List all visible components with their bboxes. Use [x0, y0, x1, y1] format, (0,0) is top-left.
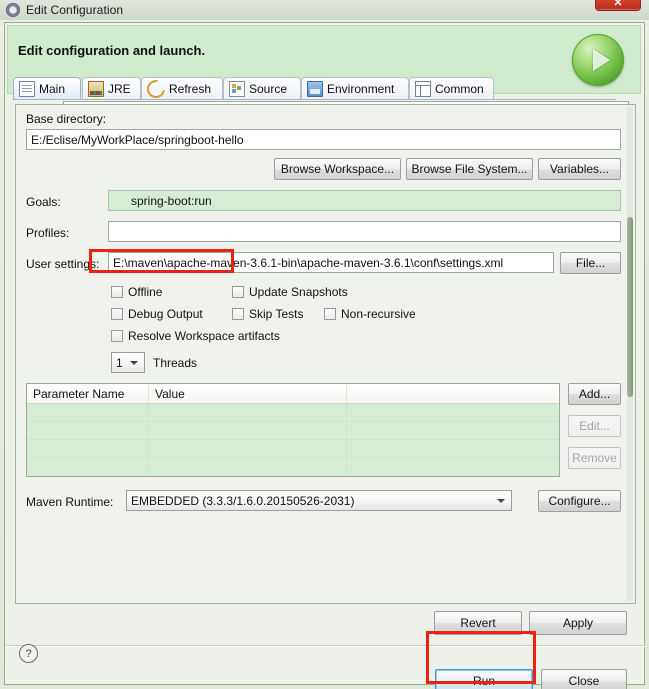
checkbox-debug-output-label: Debug Output: [128, 307, 203, 321]
checkbox-debug-output[interactable]: Debug Output: [111, 307, 203, 321]
tab-common[interactable]: Common: [409, 77, 494, 99]
run-button[interactable]: Run: [435, 669, 533, 689]
tab-environment-label: Environment: [327, 81, 395, 96]
checkbox-non-recursive[interactable]: Non-recursive: [324, 307, 416, 321]
tab-source[interactable]: Source: [223, 77, 301, 99]
close-icon[interactable]: ✕: [595, 0, 641, 11]
apply-button[interactable]: Apply: [529, 611, 627, 635]
threads-value: 1: [116, 355, 123, 370]
footer-divider: [5, 645, 646, 647]
tab-source-label: Source: [249, 81, 288, 96]
table-row[interactable]: [27, 458, 559, 476]
window-title: Edit Configuration: [26, 3, 124, 17]
add-parameter-button[interactable]: Add...: [568, 383, 621, 405]
tab-strip: Main JRE Refresh Source Environment Comm…: [13, 75, 616, 102]
user-settings-input[interactable]: E:\maven\apache-maven-3.6.1-bin\apache-m…: [108, 252, 554, 273]
document-icon: [19, 80, 35, 97]
table-row[interactable]: [27, 404, 559, 422]
tab-main[interactable]: Main: [13, 77, 81, 99]
chevron-down-icon: [497, 498, 505, 503]
maven-runtime-value: EMBEDDED (3.3.3/1.6.0.20150526-2031): [131, 493, 355, 508]
checkbox-offline-label: Offline: [128, 285, 163, 299]
checkbox-update-snapshots[interactable]: Update Snapshots: [232, 285, 348, 299]
maven-runtime-dropdown[interactable]: EMBEDDED (3.3.3/1.6.0.20150526-2031): [126, 490, 512, 511]
threads-dropdown[interactable]: 1: [111, 352, 145, 373]
banner-heading: Edit configuration and launch.: [18, 43, 206, 58]
window-icon: [415, 80, 431, 97]
variables-button[interactable]: Variables...: [538, 158, 621, 180]
goals-input[interactable]: spring-boot:run: [108, 190, 621, 211]
checkbox-resolve-workspace-artifacts-label: Resolve Workspace artifacts: [128, 329, 280, 343]
tab-refresh[interactable]: Refresh: [141, 75, 223, 102]
monitor-icon: [307, 80, 323, 97]
user-settings-label: User settings:: [26, 257, 100, 271]
edit-parameter-button: Edit...: [568, 415, 621, 437]
tab-refresh-label: Refresh: [169, 81, 212, 96]
panel-scrollbar-thumb[interactable]: [627, 217, 633, 397]
checkbox-non-recursive-label: Non-recursive: [341, 307, 416, 321]
dialog-body: Edit configuration and launch. Name: spr…: [4, 22, 646, 689]
configure-maven-runtime-button[interactable]: Configure...: [538, 490, 621, 512]
parameters-table-body: [27, 404, 559, 476]
table-row[interactable]: [27, 440, 559, 458]
tab-jre-label: JRE: [108, 81, 131, 96]
checkbox-skip-tests-box[interactable]: [232, 308, 244, 320]
profiles-label: Profiles:: [26, 226, 70, 240]
library-icon: [88, 80, 104, 97]
question-mark-icon[interactable]: ?: [19, 644, 38, 663]
tab-jre[interactable]: JRE: [82, 77, 141, 99]
parameters-table[interactable]: Parameter Name Value: [26, 383, 560, 477]
table-row[interactable]: [27, 422, 559, 440]
refresh-icon: [143, 75, 169, 102]
tab-common-label: Common: [435, 81, 484, 96]
goals-label: Goals:: [26, 195, 61, 209]
edit-configuration-window: Edit Configuration ✕ Edit configuration …: [0, 0, 649, 689]
column-header-extra: [347, 384, 559, 403]
checkbox-non-recursive-box[interactable]: [324, 308, 336, 320]
chevron-down-icon: [130, 360, 138, 365]
checkbox-offline-box[interactable]: [111, 286, 123, 298]
close-button[interactable]: Close: [541, 669, 627, 689]
tab-main-label: Main: [39, 81, 66, 96]
panel-scrollbar[interactable]: [627, 107, 633, 601]
tab-environment[interactable]: Environment: [301, 77, 409, 99]
browse-file-system-button[interactable]: Browse File System...: [406, 158, 533, 180]
checkbox-debug-output-box[interactable]: [111, 308, 123, 320]
gear-icon: [6, 3, 20, 17]
user-settings-file-button[interactable]: File...: [560, 252, 621, 274]
checkbox-resolve-workspace-artifacts[interactable]: Resolve Workspace artifacts: [111, 329, 280, 343]
window-titlebar: Edit Configuration ✕: [0, 0, 649, 20]
checkbox-update-snapshots-box[interactable]: [232, 286, 244, 298]
checkbox-resolve-workspace-artifacts-box[interactable]: [111, 330, 123, 342]
main-tab-panel: Base directory: E:/Eclise/MyWorkPlace/sp…: [15, 104, 636, 604]
column-header-parameter-name: Parameter Name: [27, 384, 149, 403]
checkbox-update-snapshots-label: Update Snapshots: [249, 285, 348, 299]
remove-parameter-button: Remove: [568, 447, 621, 469]
checkbox-skip-tests-label: Skip Tests: [249, 307, 304, 321]
checkbox-offline[interactable]: Offline: [111, 285, 162, 299]
base-directory-input[interactable]: E:/Eclise/MyWorkPlace/springboot-hello: [26, 129, 621, 150]
browse-workspace-button[interactable]: Browse Workspace...: [274, 158, 401, 180]
parameters-table-header: Parameter Name Value: [27, 384, 559, 404]
source-tree-icon: [229, 80, 245, 97]
maven-runtime-label: Maven Runtime:: [26, 495, 114, 509]
threads-label: Threads: [153, 356, 198, 370]
checkbox-skip-tests[interactable]: Skip Tests: [232, 307, 303, 321]
base-directory-label: Base directory:: [26, 112, 107, 126]
column-header-value: Value: [149, 384, 347, 403]
revert-button[interactable]: Revert: [434, 611, 522, 635]
profiles-input[interactable]: [108, 221, 621, 242]
